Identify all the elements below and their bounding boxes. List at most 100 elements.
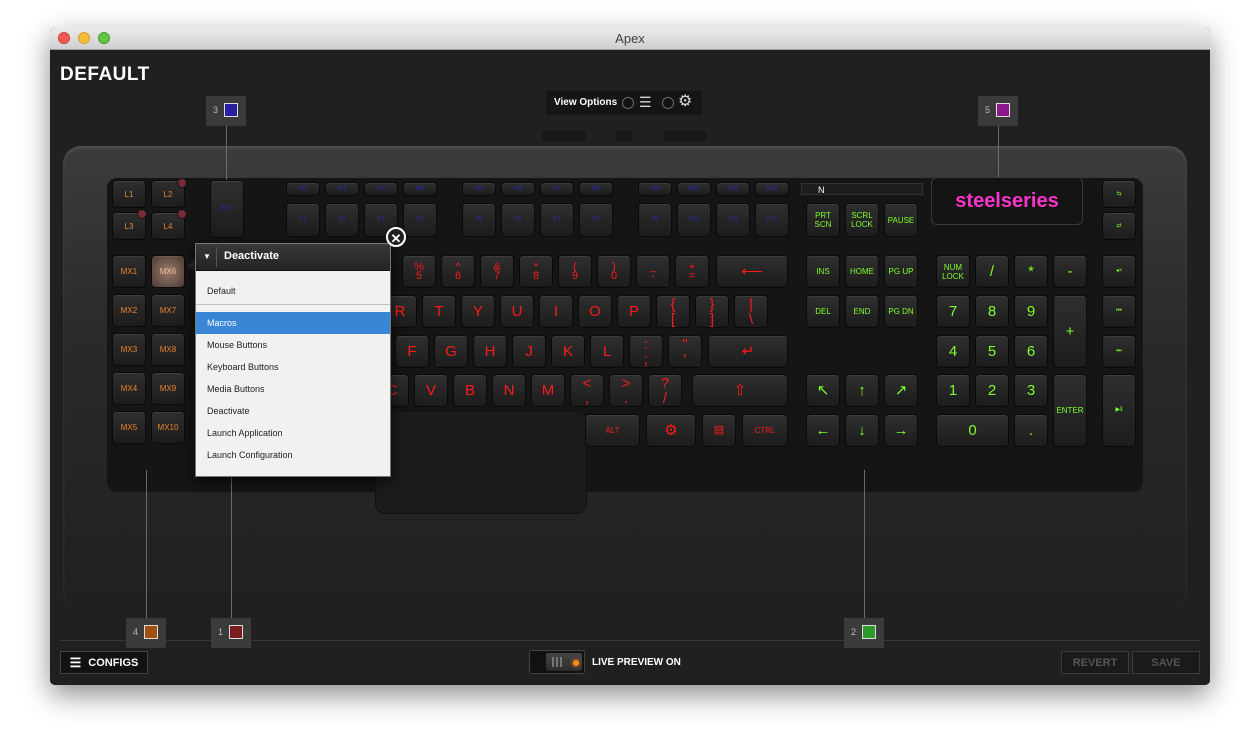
key-sym-9[interactable]: | \	[734, 295, 768, 328]
key-sym-7[interactable]: {[	[656, 295, 690, 328]
f-key-f11[interactable]: F11	[716, 203, 750, 237]
key-sym-7[interactable]: ? /	[648, 374, 682, 407]
numpad-key-3-13[interactable]: 3	[1014, 374, 1048, 407]
nav-key-pg-up[interactable]: PG UP	[884, 255, 918, 288]
key-o-5[interactable]: O	[578, 295, 612, 328]
m-key-m7[interactable]: M7	[540, 182, 574, 196]
macro-key-mx7[interactable]: MX7	[151, 294, 185, 327]
m-key-m1[interactable]: M1	[286, 182, 320, 196]
revert-button[interactable]: REVERT	[1061, 651, 1129, 674]
zone-2-indicator[interactable]: 2	[844, 618, 884, 648]
numpad-key-4-8[interactable]: 4	[936, 335, 970, 368]
num-key-1[interactable]: ^ 6	[441, 255, 475, 288]
macro-key-mx6[interactable]: MX6	[151, 255, 185, 288]
configs-button[interactable]: ☰ CONFIGS	[60, 651, 148, 674]
key-t-1[interactable]: T	[422, 295, 456, 328]
key-sym-6[interactable]: >.	[609, 374, 643, 407]
numpad-key-7-4[interactable]: 7	[936, 295, 970, 328]
numpad-key-sym-2[interactable]: *	[1014, 255, 1048, 288]
list-view-radio[interactable]	[622, 97, 634, 109]
popup-item-launch-configuration[interactable]: Launch Configuration	[196, 444, 390, 466]
sys-key-pause[interactable]: PAUSE	[884, 203, 918, 237]
sys-key-scrl-lock[interactable]: SCRL LOCK	[845, 203, 879, 237]
f-key-f9[interactable]: F9	[638, 203, 672, 237]
dropdown-arrow-icon[interactable]: ▼	[203, 252, 211, 261]
f-key-f6[interactable]: F6	[501, 203, 535, 237]
m-key-m5[interactable]: M5	[462, 182, 496, 196]
nav-key-end[interactable]: END	[845, 295, 879, 328]
m-key-m8[interactable]: M8	[579, 182, 613, 196]
num-key-7[interactable]: + =	[675, 255, 709, 288]
zone-3-indicator[interactable]: 3	[206, 96, 246, 126]
right-alt-key[interactable]: ALT	[585, 414, 640, 447]
menu-key[interactable]: ▤	[702, 414, 736, 447]
popup-item-media-buttons[interactable]: Media Buttons	[196, 378, 390, 400]
arrow-left-key[interactable]: ←	[806, 414, 840, 447]
close-icon[interactable]: ✕	[386, 227, 406, 247]
save-button[interactable]: SAVE	[1132, 651, 1200, 674]
sys-key-prt-scn[interactable]: PRT SCN	[806, 203, 840, 237]
popup-header[interactable]: ▼ Deactivate	[196, 244, 390, 271]
f-key-f5[interactable]: F5	[462, 203, 496, 237]
media-key-switch[interactable]: ⇄	[1102, 212, 1136, 240]
arrow-upright-key[interactable]: ↗	[884, 374, 918, 407]
gear-icon[interactable]: ⚙	[678, 94, 692, 110]
arrow-upleft-key[interactable]: ↖	[806, 374, 840, 407]
nav-key-pg-dn[interactable]: PG DN	[884, 295, 918, 328]
num-key-0[interactable]: % 5	[402, 255, 436, 288]
arrow-down-key[interactable]: ↓	[845, 414, 879, 447]
m-key-m3[interactable]: M3	[364, 182, 398, 196]
key-sym-7[interactable]: " '	[668, 335, 702, 368]
nav-key-del[interactable]: DEL	[806, 295, 840, 328]
numpad-key-sym-7[interactable]: +	[1053, 295, 1087, 368]
arrow-right-key[interactable]: →	[884, 414, 918, 447]
macro-key-mx2[interactable]: MX2	[112, 294, 146, 327]
media-key-next[interactable]: ⏭	[1102, 335, 1136, 368]
layer-key-l1[interactable]: L1	[112, 180, 146, 208]
zone-4-indicator[interactable]: 4	[126, 618, 166, 648]
macro-key-mx5[interactable]: MX5	[112, 411, 146, 444]
popup-item-mouse-buttons[interactable]: Mouse Buttons	[196, 334, 390, 356]
nav-key-home[interactable]: HOME	[845, 255, 879, 288]
zone-color-swatch[interactable]	[229, 625, 243, 639]
f-key-f1[interactable]: F1	[286, 203, 320, 237]
numpad-key-enter-14[interactable]: ENTER	[1053, 374, 1087, 447]
popup-item-launch-application[interactable]: Launch Application	[196, 422, 390, 444]
key-b-2[interactable]: B	[453, 374, 487, 407]
macro-key-mx9[interactable]: MX9	[151, 372, 185, 405]
live-preview-toggle[interactable]	[529, 650, 585, 674]
f-key-f2[interactable]: F2	[325, 203, 359, 237]
m-key-m12[interactable]: M12	[755, 182, 789, 196]
m-key-m10[interactable]: M10	[677, 182, 711, 196]
right-ctrl-key[interactable]: CTRL	[742, 414, 788, 447]
steelseries-key[interactable]: ⚙	[646, 414, 696, 447]
numpad-key-1-11[interactable]: 1	[936, 374, 970, 407]
settings-view-radio[interactable]	[662, 97, 674, 109]
numpad-key-sym-3[interactable]: -	[1053, 255, 1087, 288]
zone-color-swatch[interactable]	[862, 625, 876, 639]
right-shift-key[interactable]: ⇧	[692, 374, 788, 407]
zone-color-swatch[interactable]	[996, 103, 1010, 117]
media-key-prev[interactable]: ⏮	[1102, 295, 1136, 328]
f-key-f4[interactable]: F4	[403, 203, 437, 237]
numpad-key-num-lock-0[interactable]: NUM LOCK	[936, 255, 970, 288]
macro-key-mx1[interactable]: MX1	[112, 255, 146, 288]
zone-color-swatch[interactable]	[144, 625, 158, 639]
key-i-4[interactable]: I	[539, 295, 573, 328]
num-key-2[interactable]: & 7	[480, 255, 514, 288]
media-key-toggle[interactable]: ⇆	[1102, 180, 1136, 208]
numpad-key-8-5[interactable]: 8	[975, 295, 1009, 328]
key-f-0[interactable]: F	[395, 335, 429, 368]
f-key-f7[interactable]: F7	[540, 203, 574, 237]
num-key-3[interactable]: * 8	[519, 255, 553, 288]
zone-5-indicator[interactable]: 5	[978, 96, 1018, 126]
enter-key[interactable]: ↵	[708, 335, 788, 368]
num-key-5[interactable]: ) 0	[597, 255, 631, 288]
popup-item-keyboard-buttons[interactable]: Keyboard Buttons	[196, 356, 390, 378]
key-u-3[interactable]: U	[500, 295, 534, 328]
key-n-3[interactable]: N	[492, 374, 526, 407]
macro-key-mx4[interactable]: MX4	[112, 372, 146, 405]
m-key-m6[interactable]: M6	[501, 182, 535, 196]
popup-item-default[interactable]: Default	[196, 280, 390, 302]
key-h-2[interactable]: H	[473, 335, 507, 368]
